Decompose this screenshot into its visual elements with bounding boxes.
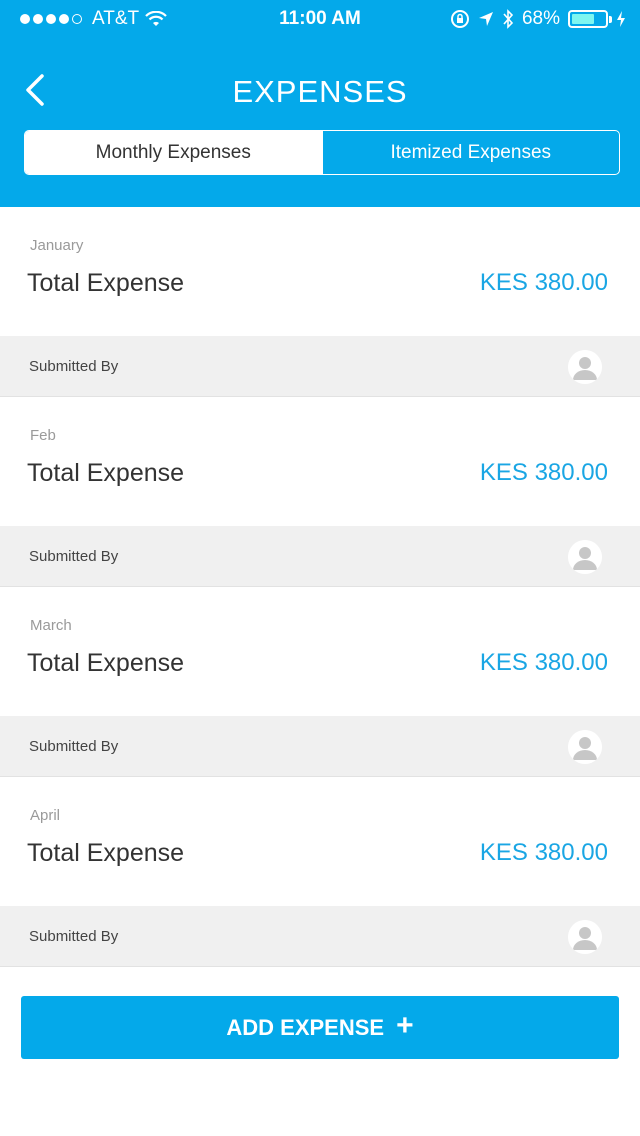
expense-label: Total Expense bbox=[27, 269, 185, 297]
submitted-by-row[interactable]: Submitted By bbox=[0, 336, 640, 397]
header: AT&T 11:00 AM 68% EXPENSES Monthly Expen… bbox=[0, 0, 640, 207]
nav-bar: EXPENSES bbox=[0, 60, 640, 120]
expense-card[interactable]: Feb Total Expense KES 380.00 bbox=[0, 397, 640, 526]
expense-card[interactable]: March Total Expense KES 380.00 bbox=[0, 587, 640, 716]
tab-monthly-expenses[interactable]: Monthly Expenses bbox=[25, 131, 322, 174]
avatar bbox=[568, 540, 602, 574]
submitted-by-row[interactable]: Submitted By bbox=[0, 716, 640, 777]
segmented-control: Monthly Expenses Itemized Expenses bbox=[24, 130, 620, 175]
expense-month: Feb bbox=[30, 427, 56, 444]
expense-card[interactable]: January Total Expense KES 380.00 bbox=[0, 207, 640, 336]
submitted-by-label: Submitted By bbox=[29, 738, 119, 755]
expense-list: January Total Expense KES 380.00 Submitt… bbox=[0, 207, 640, 967]
avatar bbox=[568, 350, 602, 384]
submitted-by-label: Submitted By bbox=[29, 358, 119, 375]
expense-month: March bbox=[30, 617, 72, 634]
submitted-by-label: Submitted By bbox=[29, 928, 119, 945]
bluetooth-icon bbox=[503, 9, 514, 29]
expense-label: Total Expense bbox=[27, 839, 185, 867]
expense-label: Total Expense bbox=[27, 649, 185, 677]
expense-month: April bbox=[30, 807, 61, 824]
tab-itemized-expenses[interactable]: Itemized Expenses bbox=[321, 131, 620, 174]
status-bar: AT&T 11:00 AM 68% bbox=[0, 0, 640, 40]
submitted-by-row[interactable]: Submitted By bbox=[0, 526, 640, 587]
charging-icon bbox=[617, 11, 625, 27]
expense-amount: KES 380.00 bbox=[479, 839, 608, 866]
battery-icon bbox=[568, 10, 612, 28]
rotation-lock-icon bbox=[450, 10, 469, 28]
avatar bbox=[568, 730, 602, 764]
expense-card[interactable]: April Total Expense KES 380.00 bbox=[0, 777, 640, 906]
avatar bbox=[568, 920, 602, 954]
expense-month: January bbox=[30, 237, 84, 254]
plus-icon: + bbox=[396, 1009, 414, 1042]
add-expense-label: ADD EXPENSE bbox=[226, 1014, 385, 1040]
expense-amount: KES 380.00 bbox=[479, 649, 608, 676]
expense-label: Total Expense bbox=[27, 459, 185, 487]
add-expense-button[interactable]: ADD EXPENSE + bbox=[21, 996, 619, 1059]
location-icon bbox=[478, 12, 493, 26]
page-title: EXPENSES bbox=[232, 74, 408, 109]
expense-amount: KES 380.00 bbox=[479, 459, 608, 486]
battery-percent: 68% bbox=[521, 8, 560, 29]
expense-amount: KES 380.00 bbox=[479, 269, 608, 296]
submitted-by-row[interactable]: Submitted By bbox=[0, 906, 640, 967]
submitted-by-label: Submitted By bbox=[29, 548, 119, 565]
status-right: 68% bbox=[450, 8, 626, 30]
